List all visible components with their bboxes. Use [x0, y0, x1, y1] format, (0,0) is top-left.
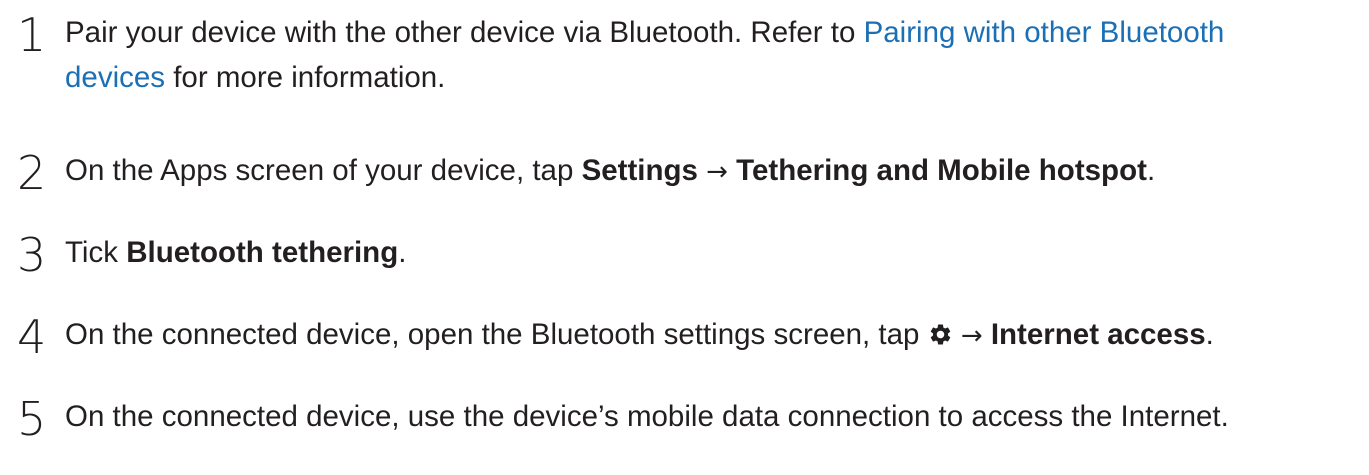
arrow-icon: → — [706, 157, 728, 187]
step-number: 4 — [17, 310, 47, 364]
pairing-link-continued[interactable]: devices — [65, 61, 165, 94]
step-number: 5 — [17, 392, 47, 446]
step-number: 1 — [17, 8, 47, 62]
step-text: On the connected device, use the device’… — [65, 400, 1229, 433]
step-text-part: Tick — [65, 236, 127, 269]
step-text: Pair your device with the other device v… — [65, 10, 1355, 55]
bluetooth-tethering-label: Bluetooth tethering — [126, 236, 399, 269]
step-text: On the connected device, open the Blueto… — [65, 312, 1355, 360]
step-text-part: . — [1205, 318, 1214, 351]
internet-access-label: Internet access — [990, 318, 1206, 351]
step-text-part: On the Apps screen of your device, tap — [65, 154, 582, 187]
tethering-label: Tethering and Mobile hotspot — [736, 154, 1147, 187]
step-text-part: Pair your device with the other device v… — [65, 16, 864, 49]
step-number: 3 — [17, 228, 47, 282]
step-text-part: On the connected device, open the Blueto… — [65, 318, 928, 351]
pairing-link[interactable]: Pairing with other Bluetooth — [864, 16, 1225, 49]
step-text-part: . — [398, 236, 407, 269]
settings-label: Settings — [581, 154, 698, 187]
step-text-part: . — [1146, 154, 1156, 187]
step-text-line2: devices for more information. — [65, 55, 1355, 100]
step-text: On the Apps screen of your device, tap S… — [65, 148, 1355, 195]
gear-icon — [928, 315, 953, 360]
step-text-part: for more information. — [165, 61, 446, 94]
step-text: Tick Bluetooth tethering. — [65, 230, 1355, 275]
arrow-icon: → — [960, 321, 983, 351]
step-number: 2 — [17, 146, 47, 200]
